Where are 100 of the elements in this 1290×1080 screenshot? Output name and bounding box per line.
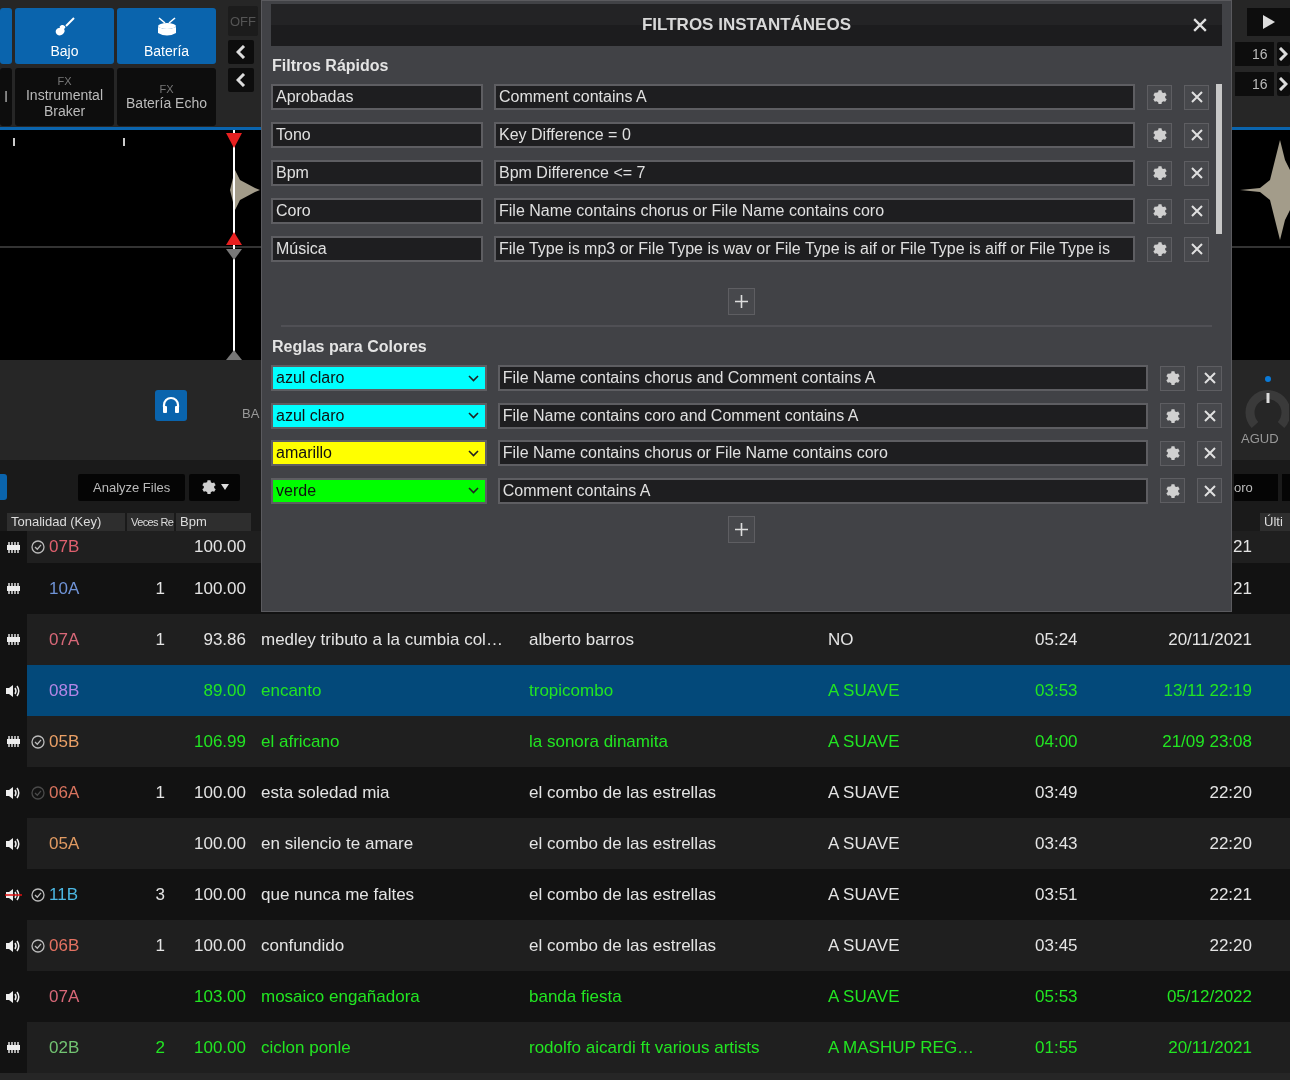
filter-condition-field[interactable]: File Name contains chorus or File Name contains coro bbox=[494, 198, 1135, 224]
previous-button[interactable] bbox=[228, 40, 254, 64]
bpm-cell-text: 100.00 bbox=[193, 578, 246, 599]
bpm-cell-text: 100.00 bbox=[193, 1037, 246, 1058]
bpm-cell-text: 100.00 bbox=[193, 884, 246, 905]
color-dropdown[interactable]: amarillo bbox=[271, 440, 487, 466]
key-cell-text: 07A bbox=[49, 986, 81, 1007]
settings-button[interactable] bbox=[1147, 84, 1172, 110]
rule-condition-field[interactable]: Comment contains A bbox=[497, 477, 1149, 504]
key-cell-text: 02B bbox=[49, 1037, 81, 1058]
chevron-down-icon bbox=[467, 449, 479, 457]
guitar-icon bbox=[53, 17, 76, 37]
filter-condition-field[interactable]: File Type is mp3 or File Type is wav or File Type is aif or File Type is aiff or File Type is bbox=[494, 236, 1135, 262]
table-row[interactable]: 07A 1 93.86 medley tributo a la cumbia col… alberto barros NO 05:24 20/11/2021 bbox=[0, 614, 1290, 665]
filter-name-field[interactable]: Coro bbox=[271, 198, 483, 224]
table-row[interactable]: 06B 1 100.00 confundido el combo de las estrellas A SUAVE 03:45 22:20 bbox=[0, 920, 1290, 971]
artist-cell-text: el combo de las estrellas bbox=[529, 782, 718, 803]
key-cell-text: 06B bbox=[49, 935, 81, 956]
settings-button[interactable] bbox=[1147, 122, 1172, 148]
add-rule-button[interactable] bbox=[728, 515, 755, 543]
analyze-files-button[interactable]: Analyze Files bbox=[78, 473, 186, 501]
date-cell-text: 05/12/2022 bbox=[1165, 986, 1252, 1007]
key-cell-text: 06A bbox=[49, 782, 81, 803]
date-cell-text: 20/11/2021 bbox=[1167, 1037, 1252, 1058]
close-icon bbox=[1190, 167, 1203, 179]
next-button[interactable] bbox=[1276, 42, 1290, 66]
settings-button[interactable] bbox=[1160, 403, 1185, 428]
column-header[interactable]: Últi bbox=[1260, 513, 1290, 531]
date-cell-text: 22:21 bbox=[1208, 884, 1252, 905]
date-cell-text: 22:20 bbox=[1208, 782, 1252, 803]
add-filter-button[interactable] bbox=[728, 288, 755, 315]
table-row[interactable]: 06A 1 100.00 esta soledad mia el combo de las estrellas A SUAVE 03:49 22:20 bbox=[0, 767, 1290, 818]
filter-name-field[interactable]: Bpm bbox=[271, 160, 483, 186]
delete-button[interactable] bbox=[1184, 236, 1209, 262]
table-row[interactable]: 07A 103.00 mosaico engañadora banda fiesta A SUAVE 05:53 05/12/2022 bbox=[0, 971, 1290, 1022]
filter-name-field[interactable]: Música bbox=[271, 236, 483, 262]
color-dropdown[interactable]: azul claro bbox=[271, 402, 487, 429]
next-button[interactable] bbox=[1276, 72, 1290, 96]
settings-button[interactable] bbox=[1147, 198, 1172, 224]
title-cell-text: esta soledad mia bbox=[261, 782, 391, 803]
pad-button[interactable]: Batería bbox=[117, 8, 216, 64]
time-cell-text: 01:55 bbox=[1035, 1037, 1079, 1058]
title-cell-text: ciclon ponle bbox=[261, 1037, 352, 1058]
filter-name-field[interactable]: Tono bbox=[271, 122, 483, 148]
delete-button[interactable] bbox=[1184, 160, 1209, 186]
bpm-cell-text: 100.00 bbox=[193, 833, 246, 854]
section-title: Filtros Rápidos bbox=[272, 57, 390, 75]
color-dropdown[interactable]: verde bbox=[271, 477, 487, 504]
settings-dropdown[interactable] bbox=[189, 473, 241, 501]
settings-button[interactable] bbox=[1160, 478, 1185, 503]
close-icon bbox=[1190, 205, 1203, 217]
settings-button[interactable] bbox=[1160, 365, 1185, 391]
speaker-icon bbox=[5, 836, 22, 851]
previous-button[interactable] bbox=[228, 68, 254, 92]
table-row[interactable]: 11B 3 100.00 que nunca me faltes el combo de las estrellas A SUAVE 03:51 22:21 bbox=[0, 869, 1290, 920]
comment-cell-text: A SUAVE bbox=[828, 986, 901, 1007]
fx-pad-button[interactable]: l bbox=[0, 68, 12, 126]
check-circle-icon bbox=[31, 734, 45, 749]
color-dropdown[interactable]: azul claro bbox=[271, 365, 487, 391]
section-title: Reglas para Colores bbox=[272, 338, 428, 356]
deck-icon bbox=[7, 541, 20, 553]
pad-button[interactable]: Bajo bbox=[15, 8, 114, 64]
fx-pad-button[interactable]: FX Batería Echo bbox=[117, 68, 216, 126]
filter-condition-field[interactable]: Key Difference = 0 bbox=[494, 122, 1135, 148]
toolbar-button[interactable]: oro bbox=[1234, 473, 1278, 501]
delete-button[interactable] bbox=[1184, 84, 1209, 110]
check-circle-icon bbox=[31, 540, 45, 554]
delete-button[interactable] bbox=[1197, 440, 1222, 466]
close-icon bbox=[1203, 484, 1216, 497]
plays-cell-text: 1 bbox=[154, 629, 165, 650]
table-row[interactable]: 02B 2 100.00 ciclon ponle rodolfo aicardi ft various artists A MASHUP REG… 01:55 20/11/2021 bbox=[0, 1022, 1290, 1073]
filter-condition-field[interactable]: Comment contains A bbox=[494, 84, 1135, 110]
settings-button[interactable] bbox=[1147, 160, 1172, 186]
rule-condition-field[interactable]: File Name contains chorus or File Name contains coro bbox=[497, 440, 1149, 466]
table-row[interactable]: 05B 106.99 el africano la sonora dinamita A SUAVE 04:00 21/09 23:08 bbox=[0, 716, 1290, 767]
play-button[interactable] bbox=[1247, 8, 1290, 36]
headphones-button[interactable] bbox=[155, 389, 187, 421]
bpm-cell-text: 89.00 bbox=[202, 680, 246, 701]
table-row[interactable]: 05A 100.00 en silencio te amare el combo de las estrellas A SUAVE 03:43 22:20 bbox=[0, 818, 1290, 869]
delete-button[interactable] bbox=[1197, 365, 1222, 391]
column-header[interactable]: Bpm bbox=[176, 513, 251, 531]
column-header[interactable]: Veces Re bbox=[127, 513, 174, 531]
table-row[interactable]: 08B 89.00 encanto tropicombo A SUAVE 03:53 13/11 22:19 bbox=[0, 665, 1290, 716]
filter-condition-field[interactable]: Bpm Difference <= 7 bbox=[494, 160, 1135, 186]
scrollbar[interactable] bbox=[1216, 84, 1222, 234]
delete-button[interactable] bbox=[1184, 198, 1209, 224]
settings-button[interactable] bbox=[1147, 236, 1172, 262]
time-cell-text: 04:00 bbox=[1035, 731, 1079, 752]
filter-name-field[interactable]: Aprobadas bbox=[271, 84, 483, 110]
delete-button[interactable] bbox=[1197, 478, 1222, 503]
delete-button[interactable] bbox=[1197, 403, 1222, 428]
key-cell-text: 10A bbox=[49, 578, 81, 599]
column-header[interactable]: Tonalidad (Key) bbox=[7, 513, 125, 531]
fx-pad-button[interactable]: FX Instrumental Braker bbox=[15, 68, 114, 126]
settings-button[interactable] bbox=[1160, 440, 1185, 466]
sidebar-toggle-button[interactable] bbox=[0, 474, 7, 500]
deck-icon bbox=[7, 1042, 20, 1053]
delete-button[interactable] bbox=[1184, 122, 1209, 148]
rule-condition-field[interactable]: File Name contains chorus and Comment contains A bbox=[497, 365, 1149, 391]
rule-condition-field[interactable]: File Name contains coro and Comment contains A bbox=[497, 402, 1149, 429]
